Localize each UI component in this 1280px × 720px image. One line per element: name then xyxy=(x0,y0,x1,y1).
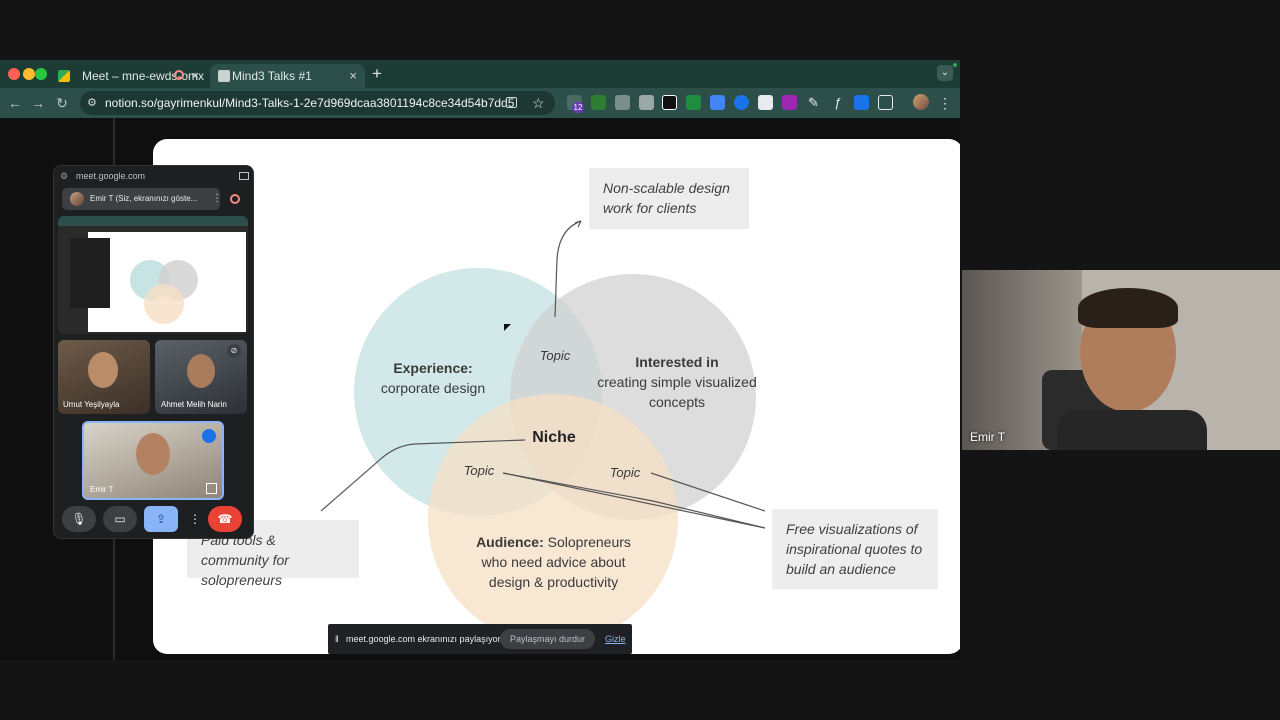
settings-sliders-icon[interactable]: ⚙ xyxy=(60,171,68,182)
frame-icon[interactable] xyxy=(206,483,217,494)
extension-icon[interactable] xyxy=(591,95,606,110)
browser-toolbar: ← → ↻ ⚙ notion.so/gayrimenkul/Mind3-Talk… xyxy=(0,88,960,118)
tab-mind3-talks[interactable]: Mind3 Talks #1 × xyxy=(210,64,365,88)
back-icon[interactable]: ← xyxy=(6,94,24,112)
audience-label: Audience: Solopreneurs who need advice a… xyxy=(476,534,631,590)
install-app-icon[interactable] xyxy=(506,97,517,108)
menu-kebab-icon[interactable]: ⋮ xyxy=(936,94,954,112)
more-options-icon[interactable]: ⋮ xyxy=(212,188,222,210)
recording-icon xyxy=(230,194,240,204)
meet-pip-window: ⚙ meet.google.com Emir T (Siz, ekranınız… xyxy=(53,165,254,539)
close-window-button[interactable] xyxy=(8,68,20,80)
mic-off-icon: ⊘ xyxy=(227,344,241,358)
participant-face xyxy=(187,354,215,388)
participant-shirt xyxy=(1057,410,1207,450)
close-tab-icon[interactable]: × xyxy=(191,64,199,88)
mouse-cursor-icon xyxy=(504,324,511,331)
extension-icon[interactable] xyxy=(686,95,701,110)
camera-extension-icon[interactable] xyxy=(639,95,654,110)
stop-sharing-button[interactable]: Paylaşmayı durdur xyxy=(500,629,596,649)
top-note: Non-scalable design work for clients xyxy=(589,168,749,229)
arrowhead xyxy=(574,220,582,228)
preview-toolbar xyxy=(58,216,248,226)
participant-face xyxy=(88,352,118,388)
pip-domain: meet.google.com xyxy=(76,171,146,181)
extension-icon[interactable] xyxy=(734,95,749,110)
more-options-icon[interactable]: ⋮ xyxy=(189,506,201,532)
eyedropper-icon[interactable]: ✎ xyxy=(806,95,821,110)
tab-search-icon[interactable]: ⌄ xyxy=(937,65,953,81)
recording-icon xyxy=(174,70,184,80)
bookmark-star-icon[interactable]: ☆ xyxy=(532,93,545,113)
status-dot-icon xyxy=(953,63,957,67)
notion-icon xyxy=(218,70,230,82)
preview-pip xyxy=(70,238,110,308)
extension-icon[interactable] xyxy=(758,95,773,110)
end-call-button[interactable]: ☎ xyxy=(208,506,242,532)
download-icon[interactable] xyxy=(854,95,869,110)
address-bar[interactable]: ⚙ notion.so/gayrimenkul/Mind3-Talks-1-2e… xyxy=(80,91,555,115)
extension-icon[interactable] xyxy=(662,95,677,110)
participant-video[interactable]: Emir T xyxy=(962,270,1280,450)
participant-tile[interactable]: Umut Yeşilyayla xyxy=(58,340,150,414)
return-to-tab-icon[interactable] xyxy=(239,172,249,180)
tab-meet[interactable]: Meet – mne-ewds-omx × xyxy=(52,64,207,88)
participant-face xyxy=(136,433,170,475)
right-note: Free visualizations of inspirational quo… xyxy=(772,509,938,589)
slide: Non-scalable design work for clients Pai… xyxy=(153,139,960,654)
site-settings-icon[interactable]: ⚙ xyxy=(87,97,99,109)
extensions-puzzle-icon[interactable] xyxy=(878,95,893,110)
participant-tile[interactable]: ⊘ Ahmet Melih Narin xyxy=(155,340,247,414)
interested-label: Interested in creating simple visualized… xyxy=(597,354,757,410)
topic-label: Topic xyxy=(609,465,641,480)
presenter-chip[interactable]: Emir T (Siz, ekranınızı göste... ⋮ xyxy=(62,188,222,210)
tab-bar: Meet – mne-ewds-omx × Mind3 Talks #1 × +… xyxy=(0,60,960,88)
drag-handle-icon[interactable]: ‖ xyxy=(335,624,339,654)
hide-button[interactable]: Gizle xyxy=(605,624,626,654)
function-icon[interactable]: ƒ xyxy=(830,95,845,110)
self-view-tile[interactable]: Emir T xyxy=(82,421,224,500)
meet-icon xyxy=(58,70,70,82)
extension-icon[interactable]: 12 xyxy=(567,95,584,113)
topic-label: Topic xyxy=(539,348,571,363)
camera-button[interactable]: ▭ xyxy=(103,506,137,532)
screen-share-bar: ‖ meet.google.com ekranınızı paylaşıyor.… xyxy=(328,624,632,654)
microphone-button[interactable]: 🎙 xyxy=(62,506,96,532)
avatar xyxy=(70,192,84,206)
preview-slide xyxy=(88,232,246,332)
maximize-window-button[interactable] xyxy=(35,68,47,80)
present-screen-button[interactable]: ⇪ xyxy=(144,506,178,532)
new-tab-icon[interactable]: + xyxy=(372,64,382,84)
speaking-indicator-icon xyxy=(202,429,216,443)
experience-label: Experience: corporate design xyxy=(380,360,486,396)
niche-label: Niche xyxy=(532,429,576,446)
profile-avatar[interactable] xyxy=(913,94,929,110)
participant-hair xyxy=(1078,288,1178,328)
screen-share-tile xyxy=(58,216,248,334)
reload-icon[interactable]: ↻ xyxy=(53,94,71,112)
translate-extension-icon[interactable] xyxy=(710,95,725,110)
extension-icon[interactable] xyxy=(782,95,797,110)
forward-icon[interactable]: → xyxy=(29,94,47,112)
extension-badge: 12 xyxy=(572,102,584,113)
topic-label: Topic xyxy=(463,463,495,478)
minimize-window-button[interactable] xyxy=(23,68,35,80)
close-tab-icon[interactable]: × xyxy=(349,64,357,88)
extension-icon[interactable] xyxy=(615,95,630,110)
